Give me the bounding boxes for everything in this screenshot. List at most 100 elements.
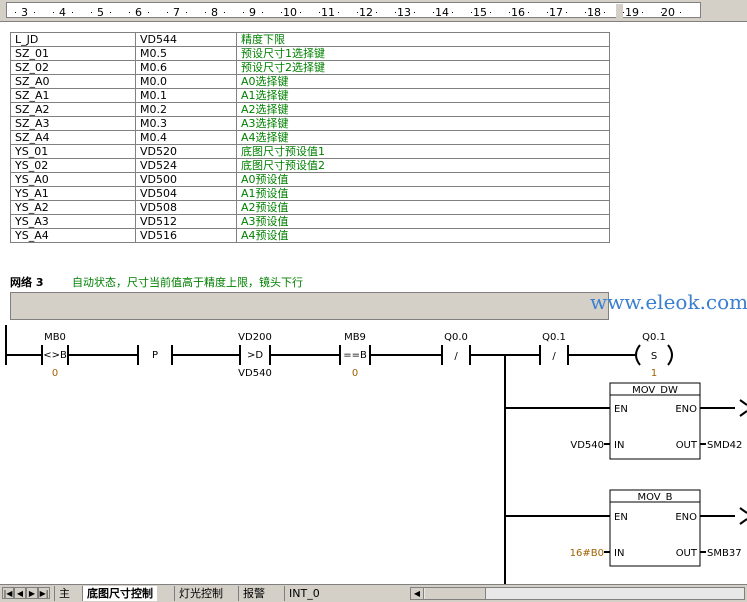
ruler-dot <box>319 12 320 13</box>
symbol-address: M0.5 <box>135 46 237 61</box>
contact-4-address[interactable]: MB9 <box>344 332 366 343</box>
horizontal-scrollbar[interactable]: ◀ <box>410 587 745 600</box>
scroll-left-icon[interactable]: ◀ <box>411 588 424 599</box>
contact-3-value[interactable]: VD540 <box>238 368 272 379</box>
box-1-out-value[interactable]: SMD42 <box>707 440 742 451</box>
contact-1-address[interactable]: MB0 <box>44 332 66 343</box>
ruler-tick: 8 <box>211 6 218 19</box>
symbol-name: SZ_02 <box>10 60 136 75</box>
coil-operator: S <box>651 351 657 362</box>
contact-3-operator: >D <box>247 350 263 361</box>
ruler-track: 3 4 5 6 7 8 9 10 11 12 13 14 15 16 17 18… <box>6 2 701 21</box>
symbol-name: YS_A1 <box>10 186 136 201</box>
ruler-tick: 10 <box>283 6 297 19</box>
coil-address[interactable]: Q0.1 <box>642 332 666 343</box>
ruler-dot <box>186 12 187 13</box>
ruler-tick: 14 <box>435 6 449 19</box>
table-row: YS_02 VD524 底图尺寸预设值2 <box>10 158 610 173</box>
tab-main[interactable]: 主 <box>54 586 74 601</box>
prev-icon[interactable]: ◀ <box>14 587 26 599</box>
contact-5-address[interactable]: Q0.0 <box>444 332 468 343</box>
table-row: SZ_A3 M0.3 A3选择键 <box>10 116 610 131</box>
box-2-out: OUT <box>676 548 698 559</box>
ruler-dot <box>110 12 111 13</box>
symbol-name: YS_A3 <box>10 214 136 229</box>
ruler-dot <box>395 12 396 13</box>
symbol-name: SZ_A4 <box>10 130 136 145</box>
box-1-out: OUT <box>676 440 698 451</box>
contact-6-address[interactable]: Q0.1 <box>542 332 566 343</box>
symbol-comment: 精度下限 <box>236 32 610 47</box>
symbol-name: SZ_01 <box>10 46 136 61</box>
tab-int0[interactable]: INT_0 <box>284 586 324 601</box>
tab-alarm[interactable]: 报警 <box>238 586 269 601</box>
box-2-out-value[interactable]: SMB37 <box>707 548 742 559</box>
ruler-dot <box>338 12 339 13</box>
symbol-address: VD524 <box>135 158 237 173</box>
ruler-tick: 13 <box>397 6 411 19</box>
symbol-address: M0.1 <box>135 88 237 103</box>
network-label[interactable]: 网络 3 <box>10 274 43 290</box>
table-row: SZ_A2 M0.2 A2选择键 <box>10 102 610 117</box>
network-comment-box[interactable] <box>10 292 609 320</box>
ruler-dot <box>15 12 16 13</box>
ruler-dot <box>53 12 54 13</box>
box-1-eno: ENO <box>675 404 697 415</box>
contact-1-operator: <>B <box>43 350 67 361</box>
watermark: www.eleok.com <box>590 290 747 314</box>
ruler-tick: 16 <box>511 6 525 19</box>
symbol-address: M0.6 <box>135 60 237 75</box>
table-row: SZ_A1 M0.1 A1选择键 <box>10 88 610 103</box>
table-row: YS_A4 VD516 A4预设值 <box>10 228 610 243</box>
box-2-in-value[interactable]: 16#B0 <box>570 548 604 559</box>
ruler-dot <box>642 12 643 13</box>
scroll-thumb[interactable] <box>425 588 486 599</box>
symbol-comment: A3选择键 <box>236 116 610 131</box>
ruler-dot <box>281 12 282 13</box>
ruler-tick: 20 <box>661 6 675 19</box>
symbol-address: VD544 <box>135 32 237 47</box>
ruler-dot <box>34 12 35 13</box>
ruler-dot <box>414 12 415 13</box>
symbol-address: VD500 <box>135 172 237 187</box>
symbol-address: VD516 <box>135 228 237 243</box>
table-row: YS_A0 VD500 A0预设值 <box>10 172 610 187</box>
box-1-in: IN <box>614 440 624 451</box>
symbol-address: VD508 <box>135 200 237 215</box>
symbol-address: VD520 <box>135 144 237 159</box>
table-row: SZ_02 M0.6 预设尺寸2选择键 <box>10 60 610 75</box>
ruler-tick: 4 <box>59 6 66 19</box>
symbol-address: M0.0 <box>135 74 237 89</box>
symbol-comment: 预设尺寸1选择键 <box>236 46 610 61</box>
ruler-dot <box>262 12 263 13</box>
ruler-dot <box>72 12 73 13</box>
symbol-address: M0.4 <box>135 130 237 145</box>
ruler-tick: 3 <box>21 6 28 19</box>
ruler-dot <box>547 12 548 13</box>
ruler-dot <box>604 12 605 13</box>
ruler-tick: 6 <box>135 6 142 19</box>
network-comment[interactable]: 自动状态，尺寸当前值高于精度上限，镜头下行 <box>72 274 303 290</box>
last-icon[interactable]: ▶| <box>38 587 50 599</box>
coil-value[interactable]: 1 <box>651 368 657 379</box>
ruler-dot <box>376 12 377 13</box>
tab-bar: |◀ ◀ ▶ ▶| 主 底图尺寸控制 灯光控制 报警 INT_0 ◀ <box>0 584 747 602</box>
next-icon[interactable]: ▶ <box>26 587 38 599</box>
ruler-dot <box>566 12 567 13</box>
table-row: YS_01 VD520 底图尺寸预设值1 <box>10 144 610 159</box>
contact-3-address[interactable]: VD200 <box>238 332 272 343</box>
table-row: YS_A2 VD508 A2预设值 <box>10 200 610 215</box>
ladder-diagram[interactable]: MB0 <>B 0 P VD200 >D VD540 MB9 ==B 0 Q0.… <box>0 325 747 584</box>
symbol-address: VD512 <box>135 214 237 229</box>
symbol-comment: A2选择键 <box>236 102 610 117</box>
ruler-dot <box>357 12 358 13</box>
contact-1-value[interactable]: 0 <box>52 368 58 379</box>
symbol-name: YS_01 <box>10 144 136 159</box>
tab-light-control[interactable]: 灯光控制 <box>174 586 227 601</box>
tab-image-size-control[interactable]: 底图尺寸控制 <box>82 586 157 601</box>
first-icon[interactable]: |◀ <box>2 587 14 599</box>
symbol-address: M0.3 <box>135 116 237 131</box>
ruler-dot <box>224 12 225 13</box>
box-1-in-value[interactable]: VD540 <box>570 440 604 451</box>
contact-4-value[interactable]: 0 <box>352 368 358 379</box>
